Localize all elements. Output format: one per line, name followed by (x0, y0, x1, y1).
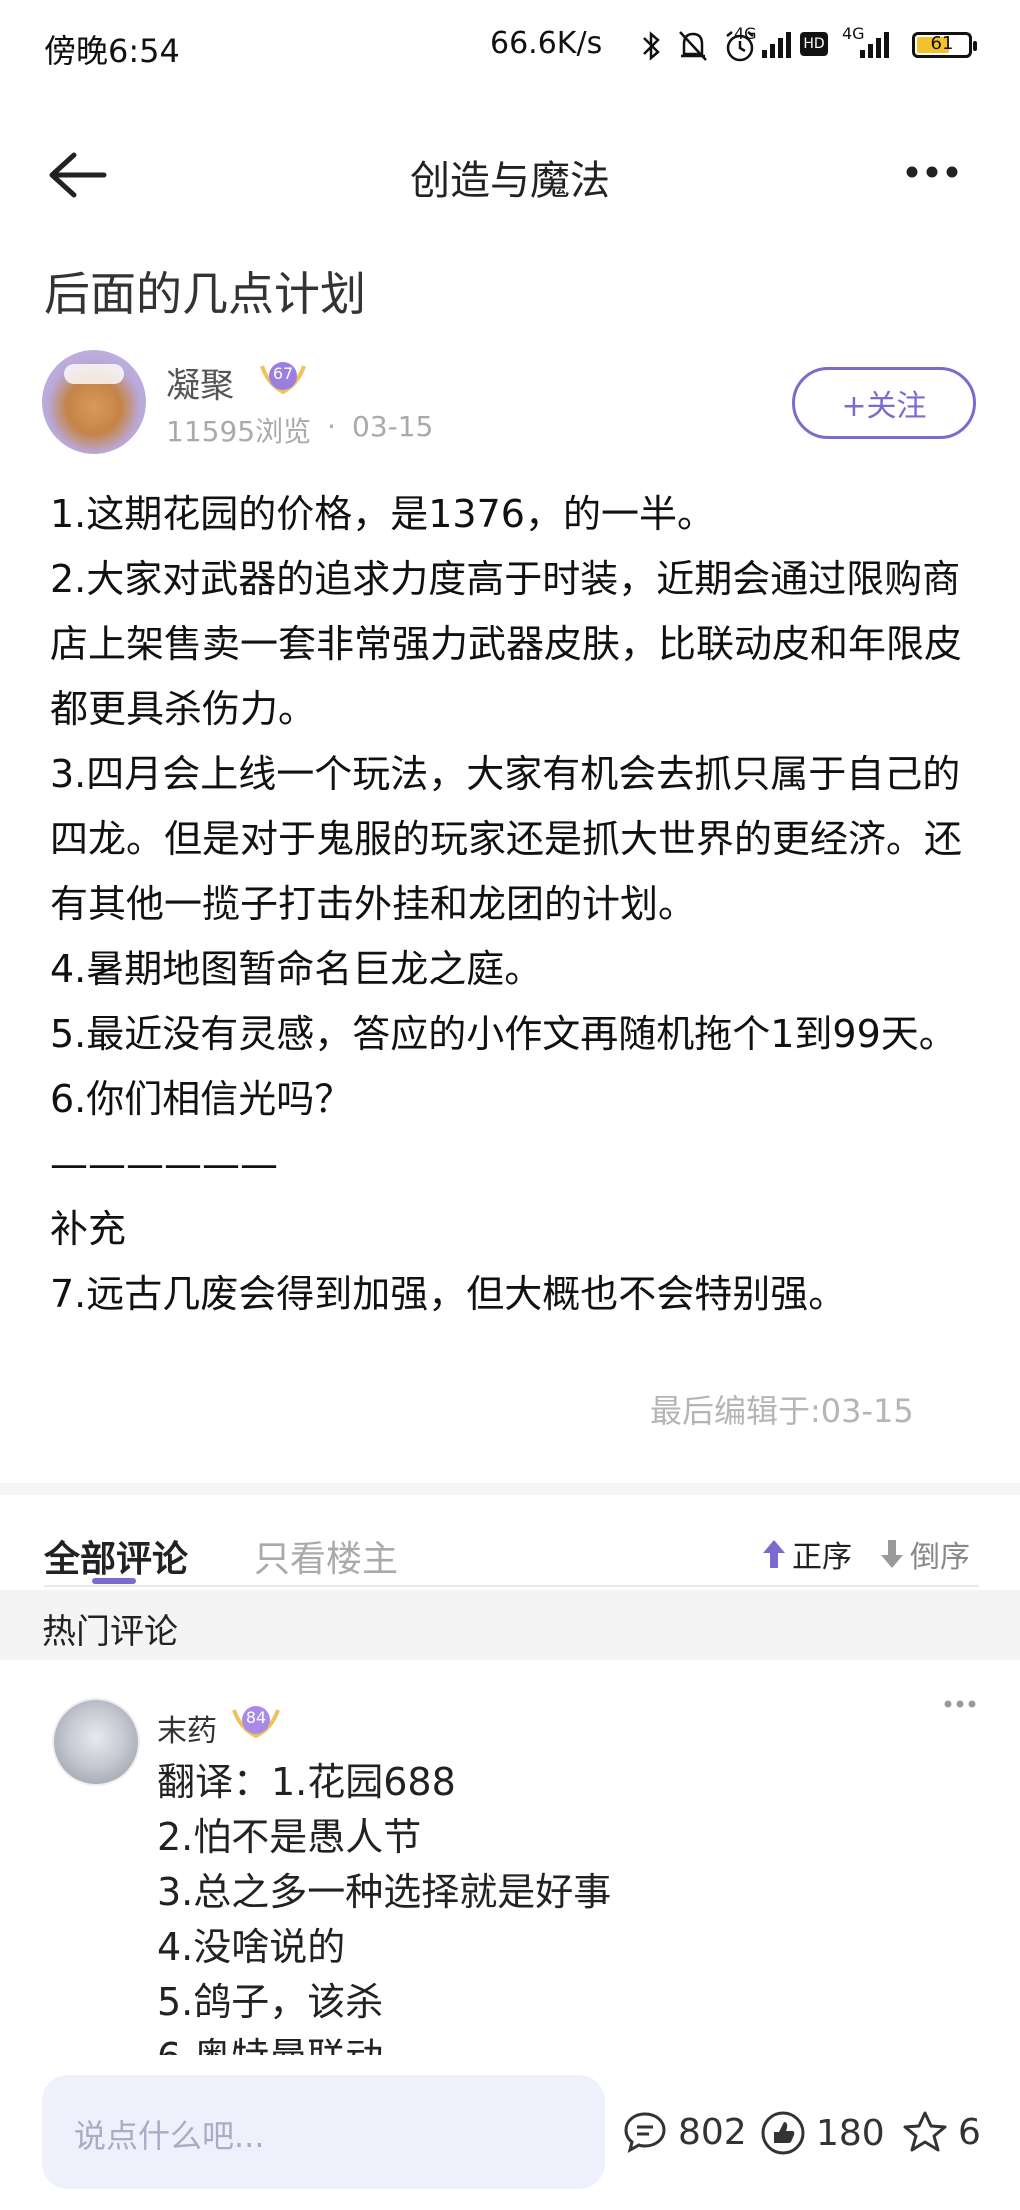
active-tab-indicator (92, 1578, 136, 1584)
comment-input-placeholder: 说点什么吧... (74, 2117, 265, 2155)
page-title: 创造与魔法 (410, 158, 610, 204)
star-icon (903, 2111, 947, 2152)
content-line: 补充 (50, 1207, 127, 1251)
comment-body: 翻译：1.花园688 2.怕不是愚人节 3.总之多一种选择就是好事 4.没啥说的… (157, 1755, 937, 2055)
likes-count: 180 (816, 2112, 885, 2154)
content-line: 2.大家对武器的追求力度高于时装，近期会通过限购商店上架售卖一套非常强力武器皮肤… (50, 557, 963, 731)
like-button[interactable]: 180 (760, 2110, 885, 2156)
section-divider (0, 1483, 1020, 1495)
arrow-up-icon (763, 1540, 785, 1568)
follow-button[interactable]: +关注 (792, 367, 976, 439)
network-speed: 66.6K/s (490, 26, 603, 61)
sort-descending-button[interactable]: 倒序 (878, 1532, 970, 1576)
comment-line: 3.总之多一种选择就是好事 (157, 1870, 612, 1914)
favorites-count: 6 (958, 2111, 981, 2153)
meta-separator: · (327, 410, 336, 443)
content-line: 5.最近没有灵感，答应的小作文再随机拖个1到99天。 (50, 1012, 957, 1056)
content-line: 7.远古几废会得到加强，但大概也不会特别强。 (50, 1272, 847, 1316)
arrow-down-icon (881, 1540, 903, 1568)
comment-line: 5.鸽子，该杀 (157, 1980, 384, 2024)
status-bar: 傍晚6:54 66.6K/s 4G HD 4G 61 (0, 0, 1020, 90)
like-icon (761, 2111, 805, 2155)
view-count: 11595浏览 (166, 415, 312, 448)
comment-line: 4.没啥说的 (157, 1925, 346, 1969)
content-line: —————— (50, 1142, 278, 1186)
signal-icon (760, 30, 796, 64)
comment-bubble-icon (624, 2112, 666, 2153)
author-level-badge: 67 (258, 356, 308, 400)
sort-ascending-button[interactable]: 正序 (760, 1532, 852, 1576)
hd-icon: HD (800, 32, 828, 56)
favorite-button[interactable]: 6 (902, 2110, 981, 2154)
comment-level-badge: 84 (230, 1700, 282, 1744)
author-name[interactable]: 凝聚 (166, 358, 234, 407)
comment-line: 翻译：1.花园688 (157, 1760, 456, 1804)
comment-input[interactable]: 说点什么吧... (42, 2075, 605, 2189)
comments-count: 802 (678, 2111, 747, 2153)
signal-icon-2 (858, 30, 894, 64)
tab-owner-only[interactable]: 只看楼主 (254, 1530, 398, 1582)
more-options-button[interactable] (900, 150, 970, 194)
more-dots-icon (944, 1700, 976, 1708)
comment-more-button[interactable] (940, 1694, 980, 1714)
content-line: 3.四月会上线一个玩法，大家有机会去抓只属于自己的四龙。但是对于鬼服的玩家还是抓… (50, 752, 963, 926)
post-date: 03-15 (352, 410, 434, 443)
post-title: 后面的几点计划 (44, 267, 366, 321)
battery-icon: 61 (912, 32, 977, 58)
last-edited: 最后编辑于:03-15 (650, 1392, 914, 1430)
sort-ascending-label: 正序 (792, 1540, 852, 1575)
comment-level: 84 (245, 1708, 267, 1727)
comments-button[interactable]: 802 (622, 2110, 747, 2154)
hot-comments-label: 热门评论 (42, 1612, 178, 1652)
hot-comments-header: 热门评论 (0, 1590, 1020, 1660)
tab-all-comments[interactable]: 全部评论 (44, 1530, 188, 1582)
content-line: 6.你们相信光吗？ (50, 1077, 353, 1121)
network-type-label: 4G (734, 24, 757, 43)
content-line: 4.暑期地图暂命名巨龙之庭。 (50, 947, 543, 991)
author-level: 67 (272, 364, 294, 383)
battery-level: 61 (930, 33, 954, 54)
author-avatar[interactable] (42, 350, 146, 454)
comment-line: 2.怕不是愚人节 (157, 1815, 422, 1859)
mute-bell-icon (676, 28, 710, 68)
tab-divider (44, 1585, 979, 1587)
status-time: 傍晚6:54 (44, 32, 180, 70)
comment-line: 6.奥特曼联动 (157, 2030, 937, 2055)
comment-author[interactable]: 末药 (157, 1706, 217, 1750)
content-line: 1.这期花园的价格，是1376，的一半。 (50, 492, 715, 536)
bluetooth-icon (640, 30, 662, 66)
post-content: 1.这期花园的价格，是1376，的一半。 2.大家对武器的追求力度高于时装，近期… (50, 482, 980, 1327)
comment-avatar[interactable] (52, 1698, 140, 1786)
sort-descending-label: 倒序 (910, 1540, 970, 1575)
more-dots-icon (906, 166, 958, 178)
